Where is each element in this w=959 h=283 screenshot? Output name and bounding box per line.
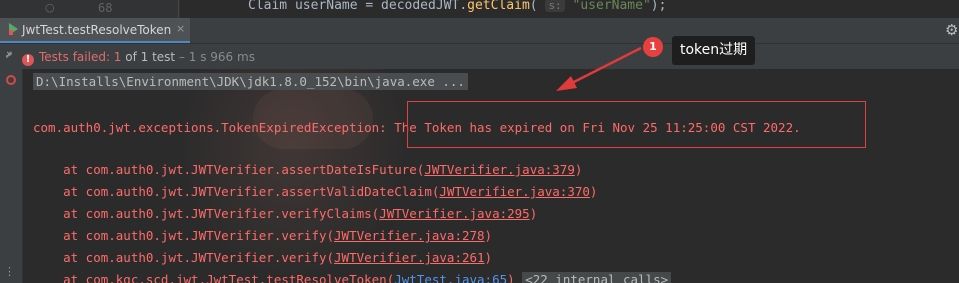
stack-frame-text: at com.auth0.jwt.JWTVerifier.verify( bbox=[33, 250, 335, 265]
stack-frame-suffix: ) bbox=[507, 272, 523, 283]
stack-frame: at com.auth0.jwt.JWTVerifier.verifyClaim… bbox=[33, 206, 537, 221]
stack-frame-suffix: ) bbox=[529, 206, 538, 221]
console-command-line: D:\Installs\Environment\JDK\jdk1.8.0_152… bbox=[33, 73, 468, 90]
tab-label: JwtTest.testResolveToken bbox=[22, 23, 172, 37]
test-status: ! Tests failed: 1 of 1 test – 1 s 966 ms bbox=[22, 50, 255, 66]
code-close: ); bbox=[650, 0, 667, 13]
stack-frame-text: at com.auth0.jwt.JWTVerifier.verify( bbox=[33, 228, 335, 243]
stack-frame-link[interactable]: JWTVerifier.java:370 bbox=[439, 184, 590, 199]
stack-frame-last: at com.kgc.scd.jwt.JwtTest.testResolveTo… bbox=[33, 272, 672, 283]
annotation-callout: token过期 bbox=[672, 36, 756, 65]
stack-frame-text: at com.auth0.jwt.JWTVerifier.assertValid… bbox=[33, 184, 440, 199]
test-status-bar: ✓ ! Tests failed: 1 of 1 test – 1 s 966 m… bbox=[0, 44, 959, 69]
stack-frame: at com.auth0.jwt.JWTVerifier.verify(JWTV… bbox=[33, 228, 492, 243]
java-test-icon bbox=[9, 23, 18, 35]
stack-frame: at com.auth0.jwt.JWTVerifier.assertValid… bbox=[33, 184, 597, 199]
code-open: ( bbox=[529, 0, 546, 13]
background-image-detail bbox=[253, 89, 373, 149]
close-icon[interactable]: × bbox=[176, 22, 185, 35]
stack-frame-suffix: ) bbox=[589, 184, 598, 199]
console-toolbar: » ⋮ bbox=[0, 47, 23, 283]
tab-jwt-test[interactable]: JwtTest.testResolveToken × bbox=[0, 18, 190, 43]
lock-icon: ○ bbox=[45, 1, 55, 14]
stack-frame-suffix: ) bbox=[484, 228, 493, 243]
code-method: getClaim bbox=[467, 0, 530, 13]
code-prefix: Claim userName = decodedJWT. bbox=[248, 0, 468, 13]
annotation-highlight-box bbox=[407, 101, 866, 148]
stack-frame-link[interactable]: JwtTest.java:65 bbox=[394, 272, 507, 283]
code-line: Claim userName = decodedJWT.getClaim( s:… bbox=[248, 0, 666, 13]
run-tab-bar: JwtTest.testResolveToken × ⚙ bbox=[0, 18, 959, 44]
code-arg: "userName" bbox=[564, 0, 651, 13]
stack-frame: at com.auth0.jwt.JWTVerifier.assertDateI… bbox=[33, 162, 582, 177]
stack-frame-link[interactable]: JWTVerifier.java:295 bbox=[379, 206, 530, 221]
exception-class: com.auth0.jwt.exceptions.TokenExpiredExc… bbox=[33, 120, 387, 135]
stack-frame-link[interactable]: JWTVerifier.java:278 bbox=[334, 228, 485, 243]
stack-frame-text: at com.auth0.jwt.JWTVerifier.verifyClaim… bbox=[33, 206, 380, 221]
internal-calls-fold[interactable]: <22 internal calls> bbox=[522, 272, 672, 283]
stop-icon[interactable] bbox=[6, 75, 16, 85]
tests-total-label: of 1 test bbox=[121, 50, 176, 64]
error-icon: ! bbox=[22, 54, 34, 66]
rerun-icon[interactable]: » bbox=[6, 47, 13, 60]
line-number: 68 bbox=[98, 1, 113, 15]
stack-frame: at com.auth0.jwt.JWTVerifier.verify(JWTV… bbox=[33, 250, 492, 265]
test-duration: – 1 s 966 ms bbox=[175, 50, 255, 64]
more-icon[interactable]: ⋮ bbox=[4, 265, 15, 278]
stack-frame-link[interactable]: JWTVerifier.java:261 bbox=[334, 250, 485, 265]
stack-frame-text: at com.auth0.jwt.JWTVerifier.assertDateI… bbox=[33, 162, 425, 177]
gear-icon[interactable]: ⚙ bbox=[945, 21, 958, 39]
stack-frame-suffix: ) bbox=[484, 250, 493, 265]
editor-strip: ○ 68 Claim userName = decodedJWT.getClai… bbox=[0, 0, 959, 18]
stack-frame-link[interactable]: JWTVerifier.java:379 bbox=[424, 162, 575, 177]
stack-frame-suffix: ) bbox=[574, 162, 583, 177]
tests-failed-label: Tests failed: 1 bbox=[39, 50, 122, 64]
editor-gutter: ○ 68 bbox=[0, 0, 180, 18]
annotation-badge: 1 bbox=[643, 37, 663, 57]
java-command[interactable]: D:\Installs\Environment\JDK\jdk1.8.0_152… bbox=[33, 73, 468, 90]
gutter-divider bbox=[178, 0, 179, 18]
param-hint: s: bbox=[545, 0, 565, 12]
stack-frame-text: at com.kgc.scd.jwt.JwtTest.testResolveTo… bbox=[33, 272, 395, 283]
